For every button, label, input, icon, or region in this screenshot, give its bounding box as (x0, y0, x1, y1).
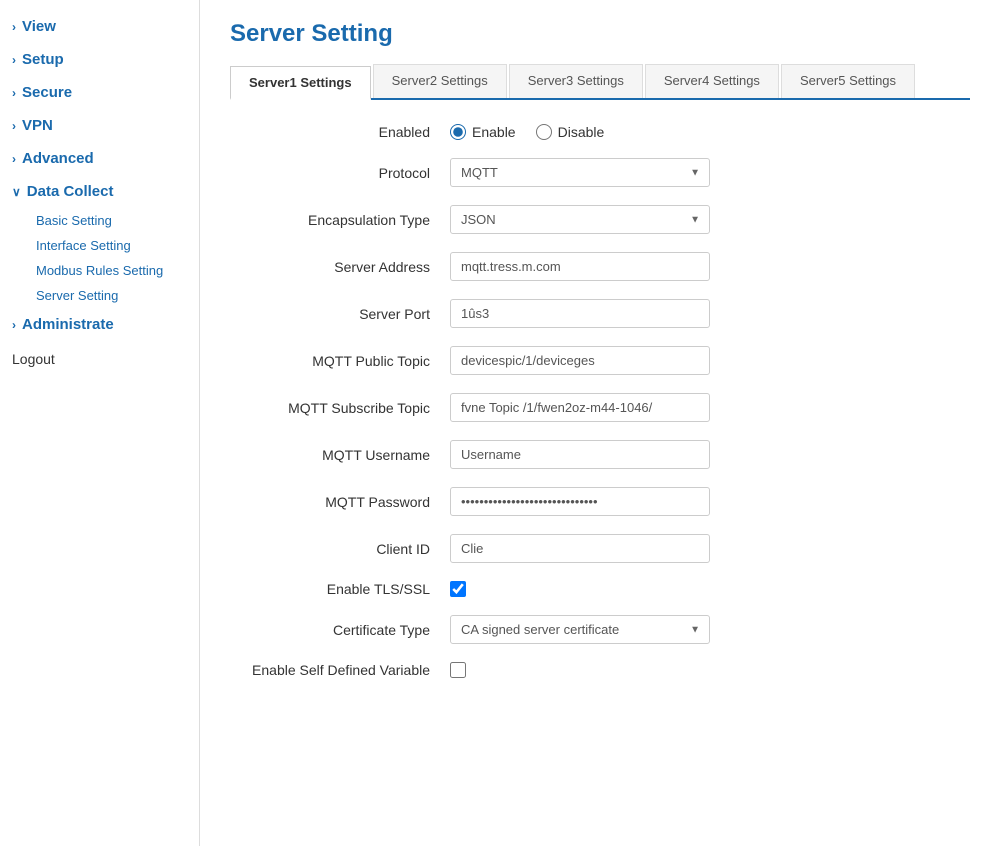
certificate-type-select[interactable]: CA signed server certificate Self signed… (450, 615, 710, 644)
enable-self-defined-row: Enable Self Defined Variable (230, 662, 970, 678)
enable-self-defined-checkbox-label[interactable] (450, 662, 466, 678)
enabled-radio-group: Enable Disable (450, 124, 604, 140)
mqtt-password-label: MQTT Password (230, 494, 450, 510)
enable-self-defined-checkbox[interactable] (450, 662, 466, 678)
enable-tls-row: Enable TLS/SSL (230, 581, 970, 597)
enabled-label: Enabled (230, 124, 450, 140)
sidebar-submenu-data-collect: Basic Setting Interface Setting Modbus R… (0, 208, 199, 308)
sidebar-item-label: Setup (22, 51, 64, 68)
client-id-label: Client ID (230, 541, 450, 557)
tab-server1[interactable]: Server1 Settings (230, 66, 371, 100)
mqtt-username-input[interactable] (450, 440, 710, 469)
sidebar-item-basic-setting[interactable]: Basic Setting (24, 208, 199, 233)
sidebar-item-modbus-rules-setting[interactable]: Modbus Rules Setting (24, 258, 199, 283)
sidebar-item-secure[interactable]: › Secure (0, 76, 199, 109)
disable-label-text: Disable (558, 124, 605, 140)
server-settings-form: Enabled Enable Disable Protocol MQTT HTT… (230, 124, 970, 678)
tab-server2[interactable]: Server2 Settings (373, 64, 507, 98)
mqtt-public-topic-label: MQTT Public Topic (230, 353, 450, 369)
sidebar-item-label: Data Collect (27, 183, 114, 200)
server-address-row: Server Address (230, 252, 970, 281)
sidebar-item-vpn[interactable]: › VPN (0, 109, 199, 142)
certificate-type-select-wrapper: CA signed server certificate Self signed… (450, 615, 710, 644)
tab-server3[interactable]: Server3 Settings (509, 64, 643, 98)
protocol-label: Protocol (230, 165, 450, 181)
sidebar-item-data-collect[interactable]: ∨ Data Collect (0, 175, 199, 208)
encapsulation-select[interactable]: JSON XML CSV (450, 205, 710, 234)
enable-tls-checkbox[interactable] (450, 581, 466, 597)
protocol-select[interactable]: MQTT HTTP TCP (450, 158, 710, 187)
mqtt-public-topic-input[interactable] (450, 346, 710, 375)
enable-label-text: Enable (472, 124, 516, 140)
sidebar: › View › Setup › Secure › VPN › Advanced… (0, 0, 200, 846)
encapsulation-select-wrapper: JSON XML CSV (450, 205, 710, 234)
mqtt-subscribe-topic-row: MQTT Subscribe Topic (230, 393, 970, 422)
server-address-input[interactable] (450, 252, 710, 281)
setup-arrow-icon: › (12, 53, 16, 67)
enable-tls-checkbox-label[interactable] (450, 581, 466, 597)
enable-radio-label[interactable]: Enable (450, 124, 516, 140)
data-collect-arrow-icon: ∨ (12, 185, 21, 199)
disable-radio-label[interactable]: Disable (536, 124, 605, 140)
advanced-arrow-icon: › (12, 152, 16, 166)
sidebar-item-label: Secure (22, 84, 72, 101)
server-port-label: Server Port (230, 306, 450, 322)
mqtt-username-row: MQTT Username (230, 440, 970, 469)
client-id-row: Client ID (230, 534, 970, 563)
disable-radio[interactable] (536, 124, 552, 140)
vpn-arrow-icon: › (12, 119, 16, 133)
certificate-type-row: Certificate Type CA signed server certif… (230, 615, 970, 644)
mqtt-subscribe-topic-input[interactable] (450, 393, 710, 422)
server-tabs: Server1 Settings Server2 Settings Server… (230, 64, 970, 100)
enable-self-defined-label: Enable Self Defined Variable (230, 662, 450, 678)
tab-server5[interactable]: Server5 Settings (781, 64, 915, 98)
view-arrow-icon: › (12, 20, 16, 34)
server-port-row: Server Port (230, 299, 970, 328)
client-id-input[interactable] (450, 534, 710, 563)
server-port-input[interactable] (450, 299, 710, 328)
server-address-label: Server Address (230, 259, 450, 275)
certificate-type-label: Certificate Type (230, 622, 450, 638)
mqtt-public-topic-row: MQTT Public Topic (230, 346, 970, 375)
enabled-row: Enabled Enable Disable (230, 124, 970, 140)
administrate-arrow-icon: › (12, 318, 16, 332)
sidebar-item-label: View (22, 18, 56, 35)
sidebar-item-view[interactable]: › View (0, 10, 199, 43)
protocol-select-wrapper: MQTT HTTP TCP (450, 158, 710, 187)
sidebar-item-label: Advanced (22, 150, 94, 167)
enable-radio[interactable] (450, 124, 466, 140)
secure-arrow-icon: › (12, 86, 16, 100)
sidebar-item-label: VPN (22, 117, 53, 134)
sidebar-item-label: Administrate (22, 316, 114, 333)
encapsulation-row: Encapsulation Type JSON XML CSV (230, 205, 970, 234)
sidebar-item-server-setting[interactable]: Server Setting (24, 283, 199, 308)
tab-server4[interactable]: Server4 Settings (645, 64, 779, 98)
main-content: Server Setting Server1 Settings Server2 … (200, 0, 1000, 846)
enable-tls-label: Enable TLS/SSL (230, 581, 450, 597)
page-title: Server Setting (230, 20, 970, 48)
logout-button[interactable]: Logout (0, 341, 199, 377)
protocol-row: Protocol MQTT HTTP TCP (230, 158, 970, 187)
sidebar-item-interface-setting[interactable]: Interface Setting (24, 233, 199, 258)
mqtt-subscribe-topic-label: MQTT Subscribe Topic (230, 400, 450, 416)
sidebar-item-administrate[interactable]: › Administrate (0, 308, 199, 341)
sidebar-item-advanced[interactable]: › Advanced (0, 142, 199, 175)
mqtt-password-input[interactable] (450, 487, 710, 516)
sidebar-item-setup[interactable]: › Setup (0, 43, 199, 76)
mqtt-username-label: MQTT Username (230, 447, 450, 463)
mqtt-password-row: MQTT Password (230, 487, 970, 516)
encapsulation-label: Encapsulation Type (230, 212, 450, 228)
